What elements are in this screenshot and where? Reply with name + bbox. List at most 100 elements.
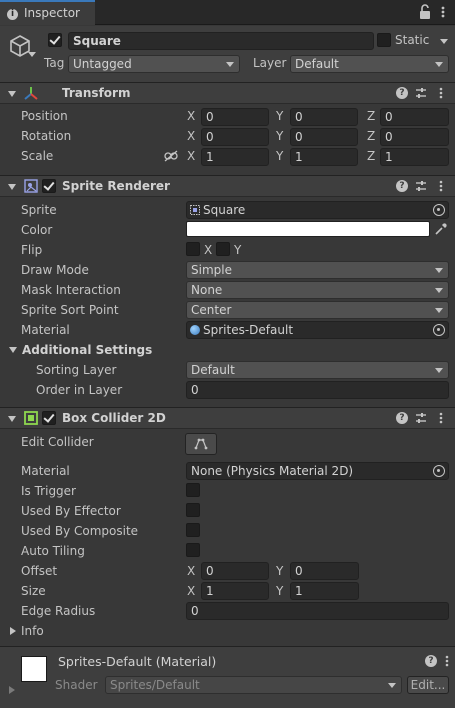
edge-radius-label: Edge Radius	[21, 604, 96, 618]
sprite-sort-point-dropdown[interactable]: Center	[186, 301, 449, 319]
scale-x-input[interactable]: 1	[201, 148, 269, 166]
shader-label: Shader	[55, 678, 98, 692]
rotation-z-input[interactable]: 0	[380, 128, 449, 146]
layer-dropdown[interactable]: Default	[290, 55, 449, 73]
sprite-renderer-body: Sprite Square Color Flip X Y Draw Mode S…	[0, 199, 455, 401]
offset-y-input[interactable]: 0	[290, 562, 359, 580]
help-icon[interactable]: ?	[396, 412, 408, 424]
material-preview-swatch[interactable]	[21, 656, 47, 682]
active-checkbox[interactable]	[48, 33, 62, 47]
scale-y-input[interactable]: 1	[290, 148, 358, 166]
flip-x-label: X	[204, 243, 213, 257]
additional-settings-foldout-icon[interactable]	[9, 347, 17, 353]
position-z-input[interactable]: 0	[380, 108, 449, 126]
component-menu-icon[interactable]	[435, 179, 447, 193]
foldout-arrow-icon[interactable]	[8, 416, 16, 422]
flip-label: Flip	[21, 243, 43, 257]
gameobject-header: Square Static Tag Untagged Layer Default	[0, 26, 455, 82]
info-foldout-icon[interactable]	[10, 627, 16, 635]
flip-x-checkbox[interactable]	[186, 242, 200, 256]
draw-mode-dropdown[interactable]: Simple	[186, 261, 449, 279]
material-object-field[interactable]: Sprites-Default	[186, 321, 449, 339]
presets-icon[interactable]	[415, 180, 427, 192]
auto-tiling-checkbox[interactable]	[186, 543, 200, 557]
flip-y-checkbox[interactable]	[216, 242, 230, 256]
used-by-effector-checkbox[interactable]	[186, 503, 200, 517]
tab-label: Inspector	[24, 6, 80, 20]
shader-edit-button[interactable]: Edit...	[407, 676, 449, 694]
offset-x-input[interactable]: 0	[201, 562, 269, 580]
sprite-value: Square	[203, 203, 246, 217]
transform-axes-icon	[24, 87, 38, 100]
physics-material-field[interactable]: None (Physics Material 2D)	[186, 462, 449, 480]
axis-y-label: Y	[276, 564, 284, 578]
eyedropper-icon[interactable]	[434, 222, 448, 236]
sprite-object-field[interactable]: Square	[186, 201, 449, 219]
size-x-input[interactable]: 1	[201, 582, 269, 600]
axis-x-label: X	[187, 109, 196, 123]
edit-collider-button[interactable]	[185, 433, 217, 455]
rotation-x-input[interactable]: 0	[201, 128, 269, 146]
collider-material-label: Material	[21, 464, 70, 478]
color-swatch[interactable]	[186, 221, 430, 237]
presets-icon[interactable]	[415, 87, 427, 99]
transform-header[interactable]: Transform ?	[0, 82, 455, 104]
material-menu-icon[interactable]	[441, 654, 453, 668]
axis-x-label: X	[187, 129, 196, 143]
icon-dropdown-arrow-icon[interactable]	[28, 52, 36, 57]
kebab-menu-icon[interactable]	[437, 4, 449, 20]
mask-interaction-label: Mask Interaction	[21, 283, 121, 297]
sprite-renderer-header[interactable]: Sprite Renderer ?	[0, 175, 455, 197]
additional-settings-label[interactable]: Additional Settings	[22, 343, 152, 357]
sorting-layer-dropdown[interactable]: Default	[186, 361, 449, 379]
tab-inspector[interactable]: i Inspector	[0, 0, 95, 25]
mask-interaction-dropdown[interactable]: None	[186, 281, 449, 299]
position-y-input[interactable]: 0	[290, 108, 358, 126]
tag-dropdown[interactable]: Untagged	[68, 55, 240, 73]
shader-dropdown[interactable]: Sprites/Default	[105, 676, 402, 694]
object-picker-icon[interactable]	[433, 465, 445, 477]
is-trigger-checkbox[interactable]	[186, 483, 200, 497]
size-y-input[interactable]: 1	[290, 582, 359, 600]
constrain-proportions-icon[interactable]	[164, 150, 178, 162]
object-picker-icon[interactable]	[433, 204, 445, 216]
object-name-input[interactable]: Square	[68, 32, 374, 50]
sprite-renderer-title: Sprite Renderer	[62, 179, 170, 193]
axis-x-label: X	[187, 564, 196, 578]
foldout-arrow-icon[interactable]	[8, 184, 16, 190]
info-foldout-label[interactable]: Info	[21, 624, 44, 638]
material-sphere-icon	[190, 325, 200, 335]
position-x-input[interactable]: 0	[201, 108, 269, 126]
color-label: Color	[21, 223, 53, 237]
box-collider-header[interactable]: Box Collider 2D ?	[0, 407, 455, 429]
edge-radius-input[interactable]: 0	[186, 602, 449, 620]
axis-x-label: X	[187, 584, 196, 598]
auto-tiling-label: Auto Tiling	[21, 544, 85, 558]
order-in-layer-input[interactable]: 0	[186, 381, 449, 399]
layer-label: Layer	[253, 56, 287, 70]
help-icon[interactable]: ?	[396, 180, 408, 192]
static-checkbox[interactable]	[377, 33, 391, 47]
material-label: Material	[21, 323, 70, 337]
object-picker-icon[interactable]	[433, 324, 445, 336]
foldout-arrow-icon[interactable]	[8, 91, 16, 97]
component-menu-icon[interactable]	[435, 411, 447, 425]
help-icon[interactable]: ?	[396, 87, 408, 99]
box-collider-body: Edit Collider Material None (Physics Mat…	[0, 431, 455, 643]
material-foldout-icon[interactable]	[9, 686, 15, 694]
edit-collider-label: Edit Collider	[21, 435, 94, 449]
scale-z-input[interactable]: 1	[380, 148, 449, 166]
sorting-layer-label: Sorting Layer	[36, 363, 117, 377]
axis-y-label: Y	[276, 109, 284, 123]
presets-icon[interactable]	[415, 412, 427, 424]
box-collider-enabled-checkbox[interactable]	[42, 411, 56, 425]
rotation-y-input[interactable]: 0	[290, 128, 358, 146]
size-label: Size	[21, 584, 46, 598]
static-dropdown-arrow-icon[interactable]	[440, 39, 448, 44]
lock-icon[interactable]	[418, 4, 432, 20]
used-by-composite-checkbox[interactable]	[186, 523, 200, 537]
sprite-renderer-enabled-checkbox[interactable]	[42, 179, 56, 193]
used-by-effector-label: Used By Effector	[21, 504, 121, 518]
help-icon[interactable]: ?	[425, 655, 437, 667]
component-menu-icon[interactable]	[435, 86, 447, 100]
